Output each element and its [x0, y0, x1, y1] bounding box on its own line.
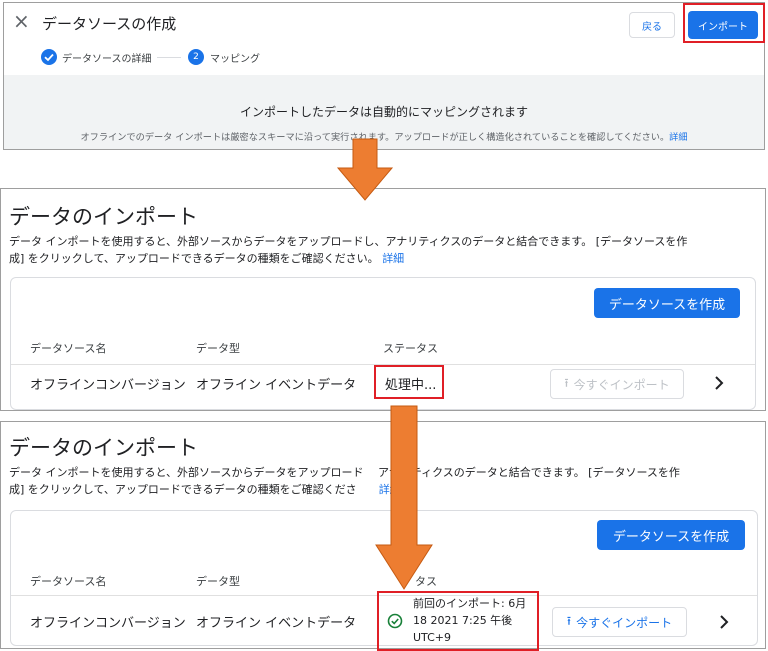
mapping-info-heading: インポートしたデータは自動的にマッピングされます	[239, 105, 528, 119]
step-connector	[157, 57, 181, 58]
arrow-down-annotation-1	[336, 138, 394, 201]
arrow-down-annotation-2	[375, 405, 433, 590]
chevron-right-icon[interactable]	[718, 614, 730, 634]
learn-more-link[interactable]: 詳細	[669, 132, 687, 143]
step-1-check-icon	[41, 49, 57, 65]
datasource-table-card: データソースを作成 データソース名 データ型 ステータス オフラインコンバージョ…	[10, 277, 756, 410]
import-now-button[interactable]: ⭱ 今すぐインポート	[552, 607, 687, 637]
upload-icon: ⭱	[564, 375, 569, 390]
row-datasource-name[interactable]: オフラインコンバージョン	[30, 612, 186, 631]
back-button[interactable]: 戻る	[629, 12, 675, 38]
column-header-name: データソース名	[30, 342, 107, 355]
step-2-number-icon: 2	[188, 49, 204, 65]
row-data-type: オフライン イベントデータ	[196, 616, 357, 631]
create-datasource-button[interactable]: データソースを作成	[594, 288, 740, 318]
description-line-2-text: 成] をクリックして、アップロードできるデータの種類をご確認ください。	[9, 252, 379, 265]
page-title: データソースの作成	[42, 15, 177, 33]
column-header-name: データソース名	[30, 575, 107, 588]
step-2-label: マッピング	[210, 54, 260, 65]
description-line-1: データ インポートを使用すると、外部ソースからデータをアップロードし、アナリティ…	[9, 235, 688, 248]
status-highlight	[374, 365, 444, 399]
description-line-2-text: 成] をクリックして、アップロードできるデータの種類をご確認くださ	[9, 483, 357, 496]
chevron-right-icon[interactable]	[713, 375, 725, 395]
close-icon[interactable]: ×	[13, 9, 30, 33]
import-button-highlight	[683, 3, 765, 43]
status-highlight	[377, 591, 539, 651]
row-datasource-name[interactable]: オフラインコンバージョン	[30, 374, 186, 393]
data-import-panel-processing: データのインポート データ インポートを使用すると、外部ソースからデータをアップ…	[0, 188, 766, 411]
learn-more-link[interactable]: 詳細	[382, 252, 404, 265]
column-header-type: データ型	[196, 575, 240, 588]
import-now-button-disabled: ⭱ 今すぐインポート	[550, 369, 684, 399]
row-data-type: オフライン イベントデータ	[196, 378, 357, 393]
section-title: データのインポート	[9, 205, 198, 229]
upload-icon: ⭱	[566, 613, 572, 628]
create-datasource-panel: × データソースの作成 戻る インポート データソースの詳細 2 マッピング イ…	[3, 2, 765, 150]
step-1-label: データソースの詳細	[62, 54, 152, 65]
column-header-status: ステータス	[383, 342, 438, 355]
description-line-2: 成] をクリックして、アップロードできるデータの種類をご確認ください。 詳細	[9, 250, 759, 267]
section-description: データ インポートを使用すると、外部ソースからデータをアップロードし、アナリティ…	[9, 233, 759, 267]
import-now-label: 今すぐインポート	[573, 377, 670, 392]
import-now-label: 今すぐインポート	[576, 615, 673, 630]
create-datasource-button[interactable]: データソースを作成	[597, 520, 745, 550]
column-header-type: データ型	[196, 342, 240, 355]
section-title: データのインポート	[9, 436, 198, 460]
